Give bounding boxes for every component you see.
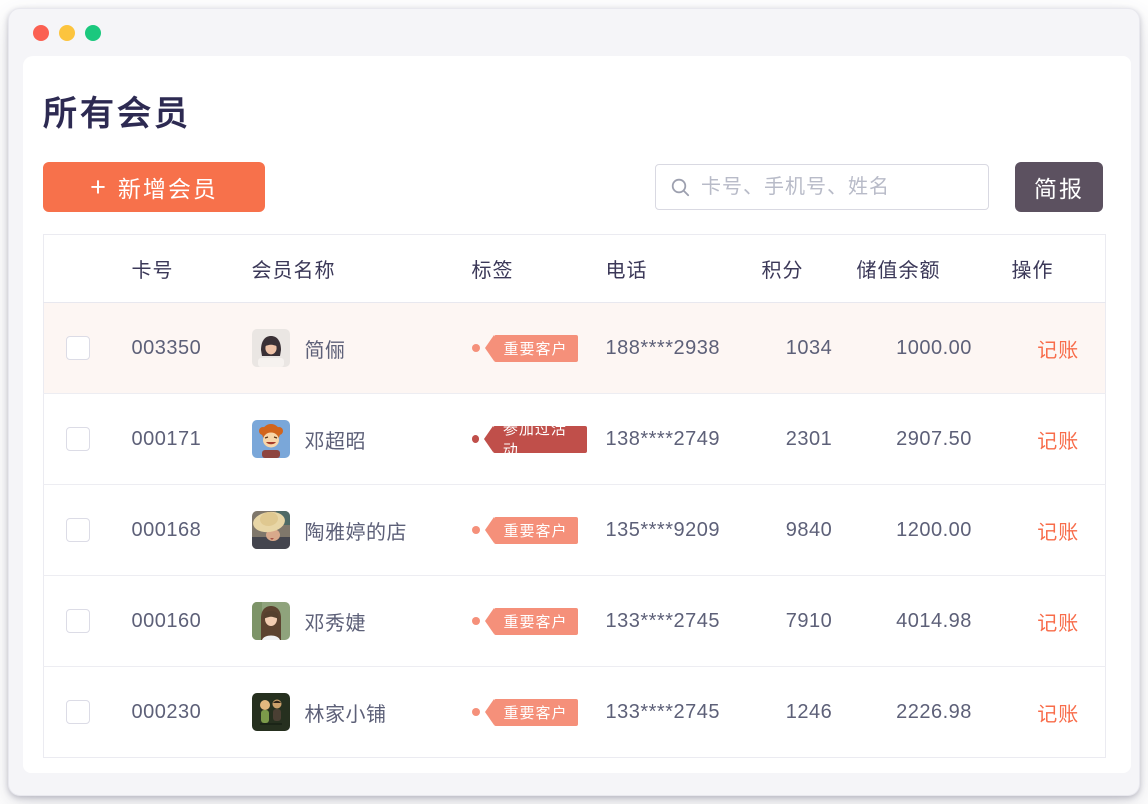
member-name-cell: 邓秀婕 xyxy=(232,576,457,667)
member-avatar xyxy=(252,693,290,731)
bookkeeping-link[interactable]: 记账 xyxy=(1037,613,1079,635)
search-box xyxy=(655,164,989,210)
select-column-header xyxy=(44,235,112,303)
member-name-cell: 陶雅婷的店 xyxy=(232,485,457,576)
minimize-window-icon[interactable] xyxy=(59,25,75,41)
close-window-icon[interactable] xyxy=(33,25,49,41)
tag-chip: 重要客户 xyxy=(472,517,578,544)
table-row: 000160 邓秀婕 重要客户 133****2745 7910 4014.98… xyxy=(44,576,1106,667)
row-checkbox[interactable] xyxy=(66,336,90,360)
window-controls xyxy=(33,25,101,41)
tag-chip: 重要客户 xyxy=(472,335,578,362)
member-name-cell: 邓超昭 xyxy=(232,394,457,485)
balance-cell: 1000.00 xyxy=(857,303,1012,394)
member-name-cell: 简俪 xyxy=(232,303,457,394)
member-name-cell: 林家小铺 xyxy=(232,667,457,758)
tag-label: 重要客户 xyxy=(494,335,578,362)
zoom-window-icon[interactable] xyxy=(85,25,101,41)
toolbar-right: 简报 xyxy=(655,162,1103,212)
bookkeeping-link[interactable]: 记账 xyxy=(1037,340,1079,362)
table-row: 000230 林家小铺 重要客户 133****2745 1246 2226.9… xyxy=(44,667,1106,758)
points-cell: 1246 xyxy=(762,667,857,758)
plus-icon: + xyxy=(90,172,106,203)
table-header-row: 卡号 会员名称 标签 电话 积分 储值余额 操作 xyxy=(44,235,1106,303)
points-cell: 2301 xyxy=(762,394,857,485)
tag-dot-icon xyxy=(472,526,480,534)
column-header-tag: 标签 xyxy=(457,235,587,303)
column-header-action: 操作 xyxy=(1012,235,1106,303)
member-name: 林家小铺 xyxy=(305,698,387,727)
tag-label: 重要客户 xyxy=(494,517,578,544)
tag-chip: 参加过活动 xyxy=(472,426,587,453)
row-checkbox[interactable] xyxy=(66,609,90,633)
search-input[interactable] xyxy=(701,176,976,199)
phone-cell: 133****2745 xyxy=(587,576,762,667)
points-cell: 7910 xyxy=(762,576,857,667)
column-header-points: 积分 xyxy=(762,235,857,303)
tag-dot-icon xyxy=(472,617,480,625)
column-header-card: 卡号 xyxy=(112,235,232,303)
tag-cell: 参加过活动 xyxy=(457,394,587,485)
bookkeeping-link[interactable]: 记账 xyxy=(1037,704,1079,726)
column-header-balance: 储值余额 xyxy=(857,235,1012,303)
tag-label: 重要客户 xyxy=(494,699,578,726)
card-no-cell: 000168 xyxy=(112,485,232,576)
add-member-button[interactable]: + 新增会员 xyxy=(43,162,265,212)
points-cell: 1034 xyxy=(762,303,857,394)
member-name: 邓秀婕 xyxy=(305,607,367,636)
table-row: 000171 邓超昭 参加过活动 138****2749 2301 2907.5… xyxy=(44,394,1106,485)
column-header-phone: 电话 xyxy=(587,235,762,303)
tag-chip: 重要客户 xyxy=(472,608,578,635)
card-no-cell: 003350 xyxy=(112,303,232,394)
tag-dot-icon xyxy=(472,435,479,443)
app-window: 所有会员 + 新增会员 简报 xyxy=(8,8,1140,796)
member-avatar xyxy=(252,602,290,640)
card-no-cell: 000171 xyxy=(112,394,232,485)
phone-cell: 133****2745 xyxy=(587,667,762,758)
column-header-name: 会员名称 xyxy=(232,235,457,303)
balance-cell: 2907.50 xyxy=(857,394,1012,485)
member-name: 陶雅婷的店 xyxy=(305,516,408,545)
members-table: 卡号 会员名称 标签 电话 积分 储值余额 操作 003350 简俪 重要客 xyxy=(43,234,1106,758)
tag-cell: 重要客户 xyxy=(457,485,587,576)
content-panel: 所有会员 + 新增会员 简报 xyxy=(23,56,1131,773)
tag-chip: 重要客户 xyxy=(472,699,578,726)
balance-cell: 4014.98 xyxy=(857,576,1012,667)
member-avatar xyxy=(252,511,290,549)
member-avatar xyxy=(252,420,290,458)
tag-label: 参加过活动 xyxy=(493,426,587,453)
tag-cell: 重要客户 xyxy=(457,667,587,758)
row-checkbox[interactable] xyxy=(66,700,90,724)
card-no-cell: 000230 xyxy=(112,667,232,758)
phone-cell: 138****2749 xyxy=(587,394,762,485)
member-name: 简俪 xyxy=(305,334,346,363)
report-button[interactable]: 简报 xyxy=(1015,162,1103,212)
points-cell: 9840 xyxy=(762,485,857,576)
card-no-cell: 000160 xyxy=(112,576,232,667)
tag-label: 重要客户 xyxy=(494,608,578,635)
tag-dot-icon xyxy=(472,344,480,352)
bookkeeping-link[interactable]: 记账 xyxy=(1037,431,1079,453)
member-avatar xyxy=(252,329,290,367)
balance-cell: 1200.00 xyxy=(857,485,1012,576)
tag-cell: 重要客户 xyxy=(457,576,587,667)
toolbar: + 新增会员 简报 xyxy=(43,162,1103,212)
search-icon xyxy=(670,177,691,198)
bookkeeping-link[interactable]: 记账 xyxy=(1037,522,1079,544)
balance-cell: 2226.98 xyxy=(857,667,1012,758)
row-checkbox[interactable] xyxy=(66,518,90,542)
member-name: 邓超昭 xyxy=(305,425,367,454)
page-title: 所有会员 xyxy=(43,86,1103,135)
table-row: 000168 陶雅婷的店 重要客户 135****9209 9840 1200.… xyxy=(44,485,1106,576)
phone-cell: 135****9209 xyxy=(587,485,762,576)
tag-cell: 重要客户 xyxy=(457,303,587,394)
table-row: 003350 简俪 重要客户 188****2938 1034 1000.00 … xyxy=(44,303,1106,394)
add-member-label: 新增会员 xyxy=(118,170,218,204)
tag-dot-icon xyxy=(472,708,480,716)
phone-cell: 188****2938 xyxy=(587,303,762,394)
row-checkbox[interactable] xyxy=(66,427,90,451)
